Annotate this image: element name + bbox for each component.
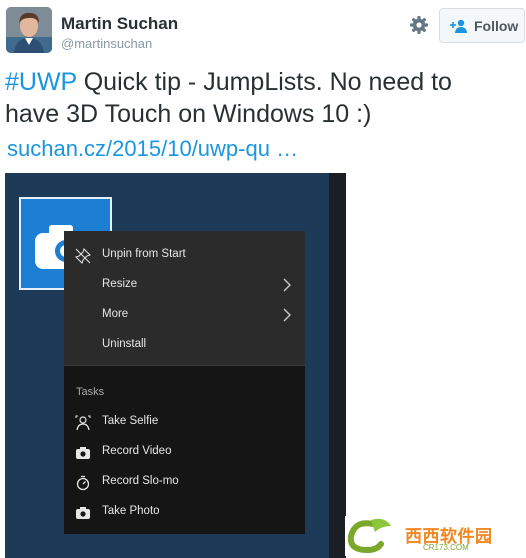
menu-divider [64,365,305,366]
follow-button[interactable]: Follow [439,8,525,43]
author-avatar[interactable] [6,7,52,53]
menu-item-label: Uninstall [102,338,147,350]
tasks-header: Tasks [76,386,105,398]
task-label: Record Slo-mo [102,475,179,487]
chevron-right-icon [283,308,291,322]
menu-item-label: More [102,308,129,320]
task-take-selfie[interactable]: Take Selfie [64,408,305,438]
task-take-photo[interactable]: Take Photo [64,498,305,528]
watermark-url: CR173.COM [423,543,469,552]
menu-item-label: Resize [102,278,138,290]
attached-screenshot[interactable]: Unpin from Start Resize More Uninstall T… [5,173,346,558]
unpin-icon [75,248,91,264]
add-user-icon [450,19,467,33]
timer-icon [76,475,90,491]
task-record-slo-mo[interactable]: Record Slo-mo [64,468,305,498]
chevron-right-icon [283,278,291,292]
tweet-text: #UWP Quick tip - JumpLists. No need to h… [5,66,520,130]
menu-item-resize[interactable]: Resize [64,271,305,301]
task-label: Record Video [102,445,172,457]
tweet-text-line2: have 3D Touch on Windows 10 :) [5,100,372,128]
hashtag-link[interactable]: #UWP [5,68,77,96]
menu-item-unpin[interactable]: Unpin from Start [64,241,305,271]
context-menu: Unpin from Start Resize More Uninstall T… [64,231,305,534]
camera-icon [76,507,90,519]
task-record-video[interactable]: Record Video [64,438,305,468]
menu-item-more[interactable]: More [64,301,305,331]
camera-icon [76,447,90,459]
tweet-text-line1: Quick tip - JumpLists. No need to [76,68,452,96]
settings-button[interactable] [409,15,429,35]
author-handle[interactable]: @martinsuchan [61,36,152,51]
watermark: 西西软件园 CR173.COM [345,516,525,556]
tweet-link[interactable]: suchan.cz/2015/10/uwp-qu … [7,136,298,162]
task-label: Take Photo [102,505,160,517]
selfie-icon [75,415,91,431]
menu-item-label: Unpin from Start [102,248,186,260]
menu-item-uninstall[interactable]: Uninstall [64,331,305,361]
task-label: Take Selfie [102,415,159,427]
author-name[interactable]: Martin Suchan [61,14,178,34]
avatar-image [6,7,52,53]
watermark-logo-icon [347,518,391,554]
scrollbar-strip [329,173,346,558]
follow-label: Follow [474,17,519,34]
gear-icon [410,16,428,34]
